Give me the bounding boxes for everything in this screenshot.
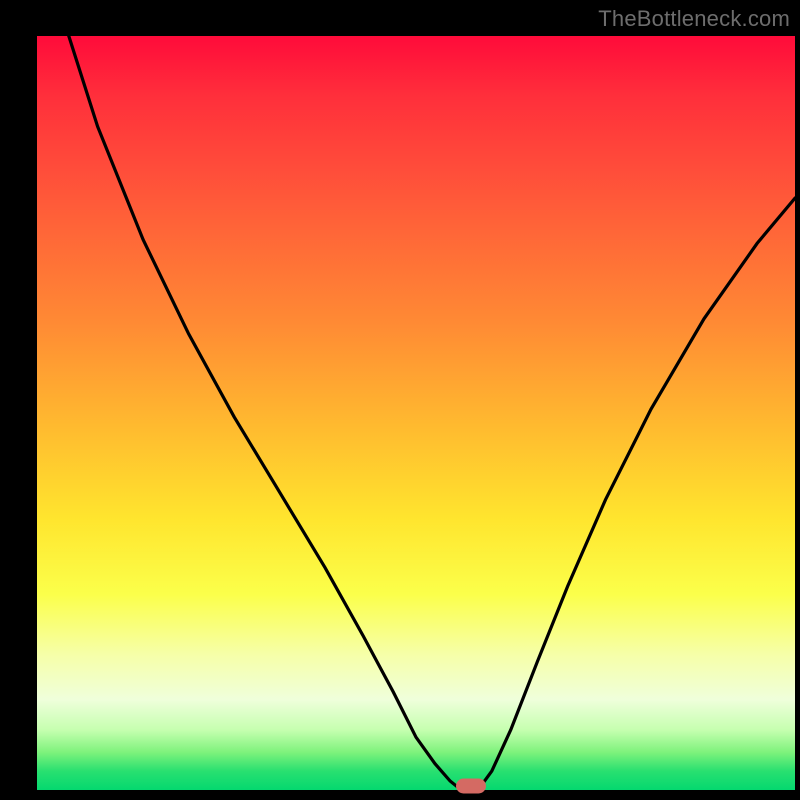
chart-plot-area — [37, 36, 795, 790]
watermark-text: TheBottleneck.com — [598, 6, 790, 32]
chart-frame: TheBottleneck.com — [0, 0, 800, 800]
valley-marker — [456, 779, 486, 794]
